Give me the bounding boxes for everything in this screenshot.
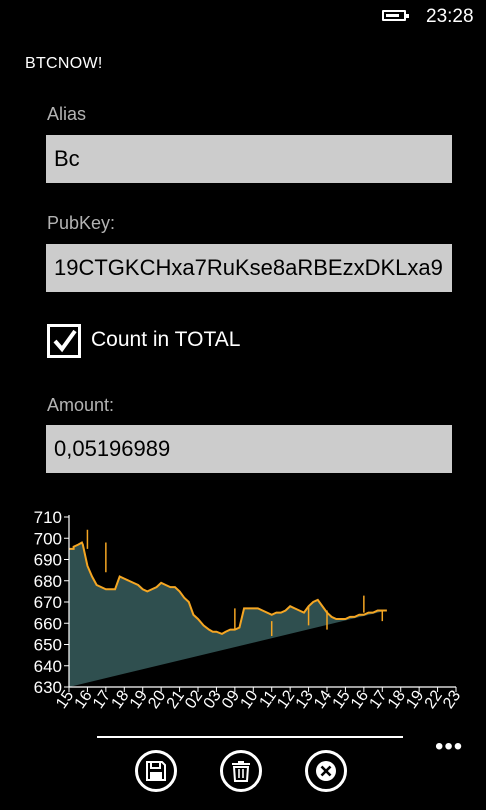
count-in-total-label[interactable]: Count in TOTAL: [91, 328, 240, 352]
alias-field[interactable]: Bc: [46, 135, 452, 183]
y-tick-label: 670: [34, 593, 62, 612]
checkmark-icon: [53, 329, 77, 353]
price-chart: 6306406506606706806907007101516171819202…: [34, 508, 465, 712]
amount-field[interactable]: 0,05196989: [46, 425, 452, 473]
y-tick-label: 650: [34, 636, 62, 655]
x-tick-label: 23: [440, 687, 464, 711]
floppy-disk-icon: [146, 761, 166, 781]
cancel-button[interactable]: [305, 750, 347, 792]
y-tick-label: 710: [34, 508, 62, 527]
chart-scroll-indicator: [97, 736, 403, 738]
y-tick-label: 660: [34, 614, 62, 633]
amount-label: Amount:: [47, 395, 115, 415]
y-tick-label: 640: [34, 657, 62, 676]
app-title: BTCNOW!: [25, 55, 103, 72]
save-button[interactable]: [135, 750, 177, 792]
y-tick-label: 700: [34, 529, 62, 548]
status-bar: 23:28: [0, 0, 486, 34]
trash-icon: [232, 761, 250, 782]
pubkey-field[interactable]: 19CTGKCHxa7RuKse8aRBEzxDKLxa9: [46, 244, 452, 292]
chart-area: [69, 542, 387, 687]
close-icon: [316, 761, 336, 781]
y-tick-label: 680: [34, 572, 62, 591]
count-in-total-checkbox[interactable]: [47, 324, 81, 358]
y-tick-label: 690: [34, 551, 62, 570]
delete-button[interactable]: [220, 750, 262, 792]
battery-icon: [382, 10, 409, 21]
pubkey-label: PubKey:: [47, 213, 116, 233]
clock: 23:28: [426, 6, 474, 27]
alias-label: Alias: [47, 104, 87, 124]
more-options-button[interactable]: •••: [435, 735, 463, 759]
